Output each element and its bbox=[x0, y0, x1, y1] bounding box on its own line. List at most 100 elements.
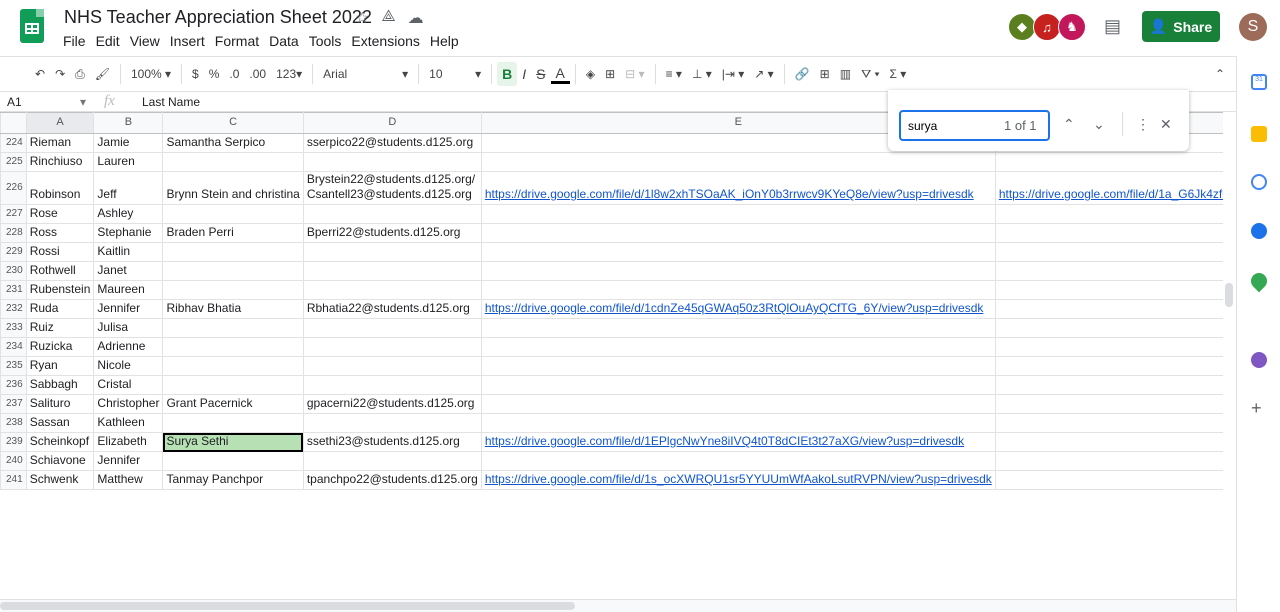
cell-a[interactable]: Robinson bbox=[25, 171, 95, 205]
cell-d[interactable] bbox=[302, 318, 482, 338]
select-all-corner[interactable] bbox=[0, 112, 27, 134]
spreadsheet-grid[interactable]: ABCDEFGHIJK 224RiemanJamieSamantha Serpi… bbox=[0, 112, 1223, 599]
cell-d[interactable]: sserpico22@students.d125.org bbox=[302, 133, 482, 153]
cell-e[interactable] bbox=[480, 451, 996, 471]
cell-c[interactable] bbox=[162, 375, 304, 395]
cell-d[interactable] bbox=[302, 337, 482, 357]
add-addon-icon[interactable]: + bbox=[1251, 398, 1262, 419]
merge-cells-icon[interactable]: ⊟ ▾ bbox=[620, 62, 649, 86]
drive-link[interactable]: https://drive.google.com/file/d/1s_ocXWR… bbox=[485, 472, 992, 486]
collaborator-avatar-bird[interactable]: ♫ bbox=[1033, 13, 1061, 41]
cell-c[interactable]: Brynn Stein and christina bbox=[162, 171, 304, 205]
collaborator-avatar-llama[interactable]: ♞ bbox=[1058, 13, 1086, 41]
move-to-drive-icon[interactable]: ⟁ bbox=[381, 8, 395, 28]
row-number[interactable]: 236 bbox=[0, 375, 27, 395]
bold-button[interactable]: B bbox=[497, 62, 518, 86]
cell-b[interactable]: Jennifer bbox=[93, 299, 164, 319]
collaborator-avatar-badger[interactable]: ◆ bbox=[1008, 13, 1036, 41]
cell-f[interactable] bbox=[994, 204, 1223, 224]
calendar-icon[interactable]: 31 bbox=[1251, 74, 1267, 90]
currency-button[interactable]: $ bbox=[187, 62, 204, 86]
cell-e[interactable]: https://drive.google.com/file/d/1l8w2xhT… bbox=[480, 171, 996, 205]
cell-f[interactable] bbox=[994, 470, 1223, 490]
cell-c[interactable] bbox=[162, 261, 304, 281]
cell-b[interactable]: Elizabeth bbox=[93, 432, 164, 452]
cell-c[interactable]: Surya Sethi bbox=[162, 432, 304, 452]
cell-e[interactable] bbox=[480, 413, 996, 433]
cell-b[interactable]: Nicole bbox=[93, 356, 164, 376]
cell-d[interactable] bbox=[302, 375, 482, 395]
close-icon[interactable]: ✕ bbox=[1160, 116, 1172, 133]
cell-f[interactable] bbox=[994, 299, 1223, 319]
redo-icon[interactable]: ↷ bbox=[50, 62, 70, 86]
column-header-a[interactable]: A bbox=[25, 112, 95, 134]
cell-e[interactable] bbox=[480, 204, 996, 224]
row-number[interactable]: 228 bbox=[0, 223, 27, 243]
cell-f[interactable] bbox=[994, 242, 1223, 262]
cell-a[interactable]: Ruzicka bbox=[25, 337, 95, 357]
functions-icon[interactable]: Σ ▾ bbox=[885, 62, 912, 86]
menu-edit[interactable]: Edit bbox=[96, 33, 125, 49]
cell-c[interactable]: Grant Pacernick bbox=[162, 394, 304, 414]
cell-c[interactable] bbox=[162, 152, 304, 172]
cell-b[interactable]: Jeff bbox=[93, 171, 164, 205]
star-icon[interactable]: ☆ bbox=[355, 8, 369, 28]
sheets-logo-icon[interactable] bbox=[20, 9, 44, 43]
account-avatar[interactable]: S bbox=[1239, 13, 1267, 41]
next-match-icon[interactable]: ⌄ bbox=[1093, 116, 1105, 133]
row-number[interactable]: 229 bbox=[0, 242, 27, 262]
cell-a[interactable]: Rieman bbox=[25, 133, 95, 153]
font-size-select[interactable]: 10 ▾ bbox=[424, 62, 486, 86]
cell-d[interactable] bbox=[302, 413, 482, 433]
insert-link-icon[interactable]: 🔗 bbox=[790, 62, 815, 86]
menu-help[interactable]: Help bbox=[430, 33, 464, 49]
cell-f[interactable] bbox=[994, 432, 1223, 452]
cell-a[interactable]: Rubenstein bbox=[25, 280, 95, 300]
cell-e[interactable]: https://drive.google.com/file/d/1cdnZe45… bbox=[480, 299, 996, 319]
insert-comment-icon[interactable]: ⊞ bbox=[815, 62, 835, 86]
cell-f[interactable] bbox=[994, 394, 1223, 414]
row-number[interactable]: 231 bbox=[0, 280, 27, 300]
cell-a[interactable]: Rothwell bbox=[25, 261, 95, 281]
row-number[interactable]: 225 bbox=[0, 152, 27, 172]
cell-d[interactable] bbox=[302, 280, 482, 300]
row-number[interactable]: 226 bbox=[0, 171, 27, 205]
cell-e[interactable]: https://drive.google.com/file/d/1s_ocXWR… bbox=[480, 470, 996, 490]
cell-f[interactable] bbox=[994, 152, 1223, 172]
cell-c[interactable]: Braden Perri bbox=[162, 223, 304, 243]
cell-d[interactable]: ssethi23@students.d125.org bbox=[302, 432, 482, 452]
text-color-button[interactable]: A bbox=[550, 64, 570, 84]
number-format-select[interactable]: 123 ▾ bbox=[271, 62, 307, 86]
row-number[interactable]: 241 bbox=[0, 470, 27, 490]
print-icon[interactable]: ⎙ bbox=[70, 62, 90, 86]
cell-e[interactable] bbox=[480, 152, 996, 172]
cell-c[interactable]: Tanmay Panchpor bbox=[162, 470, 304, 490]
column-header-b[interactable]: B bbox=[93, 112, 164, 134]
cell-b[interactable]: Julisa bbox=[93, 318, 164, 338]
undo-icon[interactable]: ↶ bbox=[30, 62, 50, 86]
cell-e[interactable] bbox=[480, 318, 996, 338]
drive-link[interactable]: https://drive.google.com/file/d/1l8w2xhT… bbox=[485, 187, 974, 201]
cell-f[interactable] bbox=[994, 413, 1223, 433]
drive-link[interactable]: https://drive.google.com/file/d/1EPlgcNw… bbox=[485, 434, 964, 448]
decrease-decimal-button[interactable]: .0 bbox=[224, 62, 244, 86]
row-number[interactable]: 230 bbox=[0, 261, 27, 281]
horizontal-scrollbar[interactable] bbox=[0, 599, 1236, 612]
menu-file[interactable]: File bbox=[63, 33, 91, 49]
cell-b[interactable]: Jamie bbox=[93, 133, 164, 153]
menu-extensions[interactable]: Extensions bbox=[351, 33, 424, 49]
horizontal-align-icon[interactable]: ≡ ▾ bbox=[661, 62, 687, 86]
cell-b[interactable]: Janet bbox=[93, 261, 164, 281]
cell-c[interactable] bbox=[162, 318, 304, 338]
row-number[interactable]: 240 bbox=[0, 451, 27, 471]
cell-f[interactable] bbox=[994, 318, 1223, 338]
cell-f[interactable]: https://drive.google.com/file/d/1a_G6Jk4… bbox=[994, 171, 1223, 205]
collapse-menu-icon[interactable]: ⌃ bbox=[1210, 62, 1230, 86]
addon-icon[interactable] bbox=[1251, 352, 1267, 368]
cell-a[interactable]: Schwenk bbox=[25, 470, 95, 490]
vertical-scrollbar[interactable] bbox=[1225, 283, 1233, 307]
share-button[interactable]: 👤 Share bbox=[1142, 11, 1220, 42]
cell-b[interactable]: Kaitlin bbox=[93, 242, 164, 262]
cell-f[interactable] bbox=[994, 356, 1223, 376]
name-box-dropdown-icon[interactable]: ▾ bbox=[80, 95, 86, 109]
